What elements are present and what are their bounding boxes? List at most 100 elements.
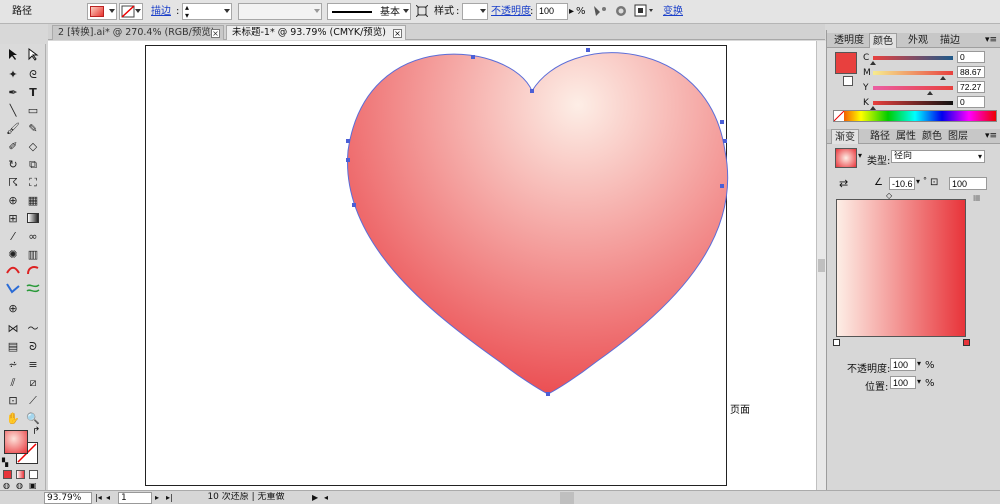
- pen-tool-icon[interactable]: ✒: [3, 84, 23, 101]
- selection-tool-icon[interactable]: [3, 48, 23, 65]
- black-slider[interactable]: [873, 101, 953, 105]
- blend-tool-icon[interactable]: ∞: [23, 228, 43, 245]
- magic-wand-tool-icon[interactable]: ✦: [3, 66, 23, 83]
- line-tool-icon[interactable]: ╲: [3, 102, 23, 119]
- mesh-tool-icon[interactable]: ⊞: [3, 210, 23, 227]
- shape-builder-tool-icon[interactable]: ⊕: [3, 192, 23, 209]
- lasso-tool-icon[interactable]: ᘓ: [23, 66, 43, 83]
- align-options-icon[interactable]: [634, 3, 658, 20]
- draw-normal-icon[interactable]: ◍: [3, 481, 10, 490]
- pencil-tool-icon[interactable]: ✎: [23, 120, 43, 137]
- close-icon[interactable]: ×: [393, 29, 402, 38]
- slice-tool-icon[interactable]: ⟋: [23, 392, 43, 409]
- magenta-value[interactable]: [957, 66, 985, 78]
- gradient-tool-icon[interactable]: [23, 210, 43, 227]
- magenta-slider-handle[interactable]: [940, 76, 946, 80]
- scroll-left-icon[interactable]: ◂: [324, 492, 328, 504]
- blob-brush-tool-icon[interactable]: ✐: [3, 138, 23, 155]
- paintbrush-tool-icon[interactable]: 🖌: [3, 120, 23, 137]
- zoom-level-field[interactable]: 93.79%: [44, 492, 92, 504]
- rectangle-tool-icon[interactable]: ▭: [23, 102, 43, 119]
- smooth-tool-icon[interactable]: [23, 282, 43, 299]
- tab-pathfinder[interactable]: 路径: [867, 129, 893, 144]
- color-fill-swatch[interactable]: [835, 52, 857, 74]
- cyan-slider-handle[interactable]: [870, 61, 876, 65]
- heart-shape[interactable]: [48, 41, 816, 490]
- next-artboard-icon[interactable]: ▸: [155, 492, 159, 504]
- tab-layers[interactable]: 图层: [945, 129, 971, 144]
- reshape-tool-icon[interactable]: 〜: [23, 320, 43, 337]
- perspective-grid-tool-icon[interactable]: ▦: [23, 192, 43, 209]
- document-setup-icon[interactable]: [416, 3, 430, 20]
- screen-mode-icon[interactable]: ▣: [29, 481, 37, 490]
- opacity-link[interactable]: 不透明度: [491, 3, 531, 20]
- gradient-mode-icon[interactable]: [16, 470, 25, 479]
- artboard-tool-icon[interactable]: ⊡: [3, 392, 23, 409]
- swap-fill-stroke-icon[interactable]: ↱: [32, 426, 40, 437]
- live-paint-tool-icon[interactable]: ⧄: [23, 374, 43, 391]
- canvas[interactable]: [48, 41, 816, 490]
- gradient-stop-end[interactable]: [963, 339, 970, 346]
- shaper-tool-icon[interactable]: ⋈: [3, 320, 23, 337]
- default-fill-stroke-icon[interactable]: ▚: [2, 458, 8, 467]
- scroll-thumb[interactable]: [818, 259, 825, 272]
- cyan-slider[interactable]: [873, 56, 953, 60]
- variable-width-dropdown[interactable]: [238, 3, 322, 20]
- eraser-tool-icon[interactable]: ◇: [23, 138, 43, 155]
- tab-color-2[interactable]: 颜色: [919, 129, 945, 144]
- stop-position-dropdown[interactable]: ▾: [917, 377, 921, 386]
- gradient-angle-input[interactable]: [889, 177, 915, 190]
- type-tool-icon[interactable]: T: [23, 84, 43, 101]
- width-tool-icon[interactable]: [3, 264, 23, 281]
- gradient-preview-dropdown[interactable]: ▾: [858, 151, 862, 160]
- status-menu-arrow[interactable]: ▶: [312, 492, 318, 504]
- tab-color[interactable]: 颜色: [869, 33, 897, 48]
- tab-transparency[interactable]: 透明度: [831, 33, 867, 48]
- isolate-object-icon[interactable]: [615, 3, 629, 20]
- delete-stop-icon[interactable]: ▦: [973, 193, 981, 202]
- tab-document-2[interactable]: 未标题-1* @ 93.79% (CMYK/预览) ×: [226, 25, 406, 40]
- fill-color-dropdown[interactable]: [87, 3, 117, 20]
- stroke-weight-input[interactable]: ▴ ▾: [182, 3, 232, 20]
- opacity-dropdown-arrow[interactable]: ▸: [569, 3, 576, 20]
- gradient-type-select[interactable]: 径向 ▾: [891, 150, 985, 163]
- tab-document-1[interactable]: 2 [转换].ai* @ 270.4% (RGB/预览) ×: [52, 25, 224, 40]
- fill-stroke-swatches[interactable]: ↱ ▚: [2, 426, 42, 468]
- tab-appearance[interactable]: 外观: [905, 33, 931, 48]
- tab-attributes[interactable]: 属性: [893, 129, 919, 144]
- color-spectrum[interactable]: [833, 110, 997, 122]
- previous-artboard-icon[interactable]: ◂: [106, 492, 110, 504]
- draw-behind-icon[interactable]: ◍: [16, 481, 23, 490]
- crosshair-icon[interactable]: ⊕: [3, 300, 23, 317]
- warp-tool-icon[interactable]: ☈: [3, 174, 23, 191]
- none-mode-icon[interactable]: [29, 470, 38, 479]
- stop-position-input[interactable]: [890, 376, 916, 389]
- zoom-tool-icon[interactable]: 🔍: [23, 410, 43, 427]
- none-color-icon[interactable]: [834, 111, 844, 121]
- angle-dropdown-icon[interactable]: ▾: [916, 177, 920, 186]
- panel-menu-icon[interactable]: ▾≡: [985, 35, 997, 45]
- first-artboard-icon[interactable]: |◂: [95, 492, 102, 504]
- gradient-ramp[interactable]: [836, 199, 966, 337]
- black-value[interactable]: [957, 96, 985, 108]
- direct-selection-tool-icon[interactable]: [23, 48, 43, 65]
- free-transform-tool-icon[interactable]: ⛶: [23, 174, 43, 191]
- panel-menu-icon[interactable]: ▾≡: [985, 131, 997, 141]
- color-stroke-swatch[interactable]: [843, 76, 853, 86]
- reverse-gradient-icon[interactable]: ⇄: [839, 177, 848, 190]
- column-graph-tool-icon[interactable]: ▥: [23, 246, 43, 263]
- cyan-value[interactable]: [957, 51, 985, 63]
- fill-swatch-large[interactable]: [4, 430, 28, 454]
- stroke-color-dropdown[interactable]: [119, 3, 143, 20]
- knife-tool-icon[interactable]: ⫽: [3, 374, 23, 391]
- graphic-style-dropdown[interactable]: [462, 3, 488, 20]
- join-tool-icon[interactable]: [3, 282, 23, 299]
- stroke-link[interactable]: 描边: [151, 3, 171, 20]
- horizontal-scroll-thumb[interactable]: [560, 492, 574, 504]
- gradient-stop-start[interactable]: [833, 339, 840, 346]
- tab-gradient[interactable]: 渐变: [831, 129, 859, 144]
- vertical-scrollbar[interactable]: [816, 41, 826, 490]
- last-artboard-icon[interactable]: ▸|: [166, 492, 173, 504]
- gradient-aspect-input[interactable]: [949, 177, 987, 190]
- yellow-slider[interactable]: [873, 86, 953, 90]
